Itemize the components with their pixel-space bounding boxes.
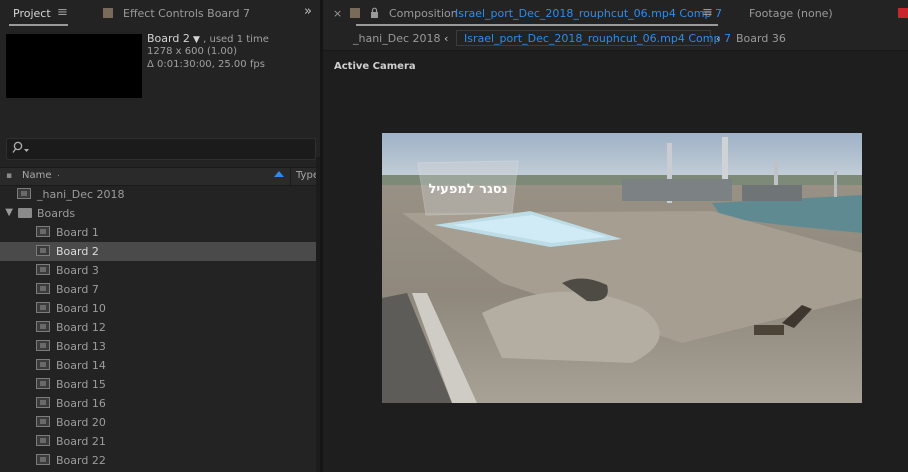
composition-icon [17,188,31,199]
nav-comp-board36[interactable]: Board 36 [736,32,786,45]
composition-icon [36,264,50,275]
composition-icon [36,283,50,294]
composition-icon [36,245,50,256]
nav-comp-hani[interactable]: _hani_Dec 2018 [353,32,441,45]
panel-menu-icon[interactable]: ≡ [57,5,68,20]
list-item-name: Board 3 [56,264,99,277]
label-column-icon[interactable]: ▪ [6,171,12,181]
list-item-name: Board 12 [56,321,106,334]
item-dimensions: 1278 x 600 (1.00) [147,46,238,57]
label-color-swatch [103,8,113,18]
project-panel: Board 2 ▼ , used 1 time 1278 x 600 (1.00… [0,28,320,472]
folder-icon [18,208,32,218]
comp-color-swatch [350,8,360,18]
composition-icon [36,454,50,465]
sign-text: נסגר למפעיל [428,182,507,197]
nav-right-chevron-icon[interactable]: ‹ [716,32,720,45]
comp-panel-menu-icon[interactable]: ≡ [702,5,713,20]
composition-panel: _hani_Dec 2018 ‹ Israel_port_Dec_2018_ro… [323,28,908,472]
list-item-name: Board 21 [56,435,106,448]
composition-icon [36,226,50,237]
composition-icon [36,302,50,313]
tab-effect-controls[interactable]: Effect Controls Board 7 [123,7,250,20]
item-used: , used 1 time [203,34,269,45]
nav-comp-active[interactable]: Israel_port_Dec_2018_rouphcut_06.mp4 Com… [464,32,731,45]
composition-icon [36,397,50,408]
close-tab-icon[interactable]: × [333,7,342,20]
list-item[interactable]: _hani_Dec 2018 [0,185,320,204]
list-item-name: Board 22 [56,454,106,467]
list-item-name: _hani_Dec 2018 [37,188,125,201]
item-dropdown-icon[interactable]: ▼ [193,35,200,45]
list-item-name: Board 16 [56,397,106,410]
list-item-name: Board 1 [56,226,99,239]
list-item[interactable]: Board 22 [0,451,320,470]
red-indicator [898,8,908,18]
list-item[interactable]: Board 10 [0,299,320,318]
list-item[interactable]: Board 14 [0,356,320,375]
list-item[interactable]: Board 12 [0,318,320,337]
column-name[interactable]: Name [22,170,52,181]
folder-expand-icon[interactable]: ▶ [3,209,14,217]
tab-composition-prefix[interactable]: Composition [389,7,458,20]
composition-icon [36,378,50,389]
list-item[interactable]: Board 16 [0,394,320,413]
composition-icon [36,321,50,332]
aerial-port-image: נסגר למפעיל [382,133,862,403]
list-item[interactable]: Board 13 [0,337,320,356]
list-item-name: Board 14 [56,359,106,372]
composition-viewport[interactable]: נסגר למפעיל [382,133,862,403]
project-column-header: ▪ Name . Type [0,167,320,186]
search-icon [12,141,30,158]
list-item-name: Board 13 [56,340,106,353]
comp-navigator-bar: _hani_Dec 2018 ‹ Israel_port_Dec_2018_ro… [323,28,908,51]
panel-tab-bar: Project ≡ Effect Controls Board 7 » × Co… [0,0,908,29]
expand-panels-icon[interactable]: » [304,4,312,19]
column-divider [290,168,291,185]
tab-composition-underline [356,24,718,26]
list-item[interactable]: Board 7 [0,280,320,299]
composition-icon [36,340,50,351]
list-item[interactable]: Board 15 [0,375,320,394]
sort-dot: . [57,169,60,179]
tab-footage[interactable]: Footage (none) [749,7,833,20]
list-item[interactable]: Board 2 [0,242,320,261]
lock-icon[interactable] [370,7,379,21]
list-item-name: Board 15 [56,378,106,391]
list-item-name: Board 10 [56,302,106,315]
item-info-title: Board 2 ▼ , used 1 time [147,32,269,45]
list-item-name: Boards [37,207,76,220]
item-thumbnail [6,34,142,98]
composition-icon [36,416,50,427]
composition-icon [36,359,50,370]
nav-left-chevron-icon[interactable]: ‹ [444,32,448,45]
list-item[interactable]: ▶ Boards [0,204,320,223]
item-name: Board 2 [147,32,190,45]
list-item-name: Board 2 [56,245,99,258]
tab-project[interactable]: Project [13,7,51,20]
list-item[interactable]: Board 1 [0,223,320,242]
list-item[interactable]: Board 20 [0,413,320,432]
tab-composition-name[interactable]: Israel_port_Dec_2018_rouphcut_06.mp4 Com… [455,7,722,20]
item-duration: Δ 0:01:30:00, 25.00 fps [147,59,265,70]
list-item[interactable]: Board 21 [0,432,320,451]
list-item[interactable]: Board 3 [0,261,320,280]
tab-project-underline [9,24,68,26]
search-input[interactable] [6,138,316,160]
list-item-name: Board 20 [56,416,106,429]
active-camera-label: Active Camera [334,61,416,72]
list-item-name: Board 7 [56,283,99,296]
sort-ascending-icon[interactable] [273,169,285,182]
composition-icon [36,435,50,446]
